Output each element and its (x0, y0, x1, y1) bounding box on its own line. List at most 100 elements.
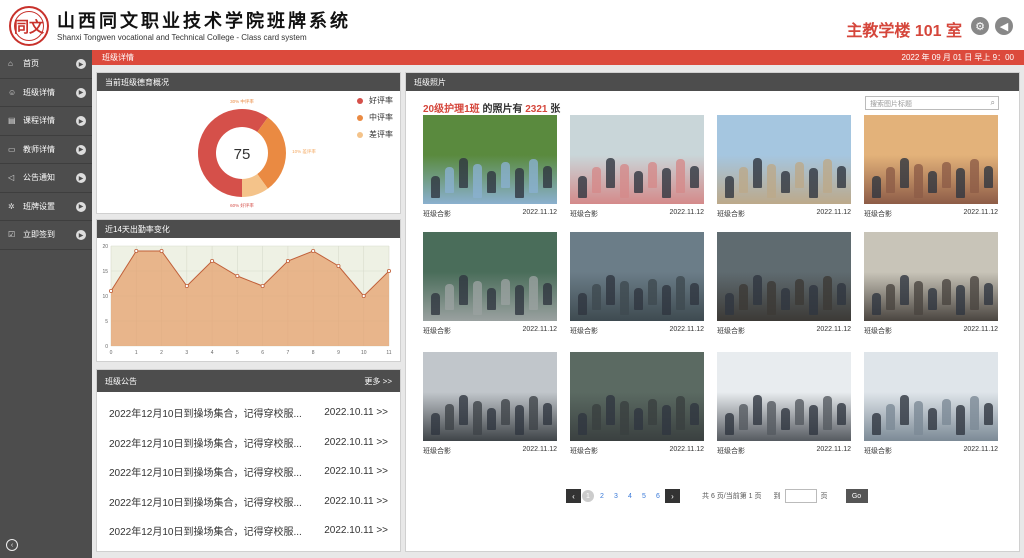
photo-date: 2022.11.12 (669, 209, 704, 216)
users-icon: ☺ (8, 87, 17, 97)
notice-date[interactable]: 2022.10.11 >> (324, 496, 388, 507)
megaphone-icon[interactable]: ◀ (995, 17, 1013, 35)
page-summary: 共 6 页/当前第 1 页 (702, 493, 762, 500)
photo-card[interactable]: 班级合影 2022.11.12 (423, 352, 557, 456)
data-point (260, 284, 265, 289)
notice-text: 2022年12月10日到操场集合，记得穿校服... (109, 527, 302, 539)
notice-date[interactable]: 2022.10.11 >> (324, 466, 388, 477)
prev-page-button[interactable]: ‹ (566, 489, 581, 503)
photo-search-input[interactable]: 搜索图片标题 ⌕ (865, 96, 999, 110)
notice-date[interactable]: 2022.10.11 >> (324, 525, 388, 536)
class-photo[interactable] (570, 352, 704, 441)
class-photo[interactable] (570, 232, 704, 321)
class-photo[interactable] (717, 115, 851, 204)
class-photo[interactable] (423, 232, 557, 321)
cog-icon: ✲ (8, 201, 15, 211)
class-photo[interactable] (423, 115, 557, 204)
photo-card[interactable]: 班级合影 2022.11.12 (570, 352, 704, 456)
id-card-icon: ▭ (8, 144, 16, 154)
photos-panel-title: 班级照片 (414, 77, 446, 87)
photo-card[interactable]: 班级合影 2022.11.12 (423, 115, 557, 219)
gear-icon[interactable]: ⚙ (971, 17, 989, 35)
app-header: 同文 山西同文职业技术学院班牌系统 Shanxi Tongwen vocatio… (0, 0, 1024, 50)
chevron-right-icon: ▶ (76, 173, 86, 183)
notice-panel-title: 班级公告 (105, 376, 137, 386)
book-icon: ▤ (8, 116, 16, 126)
class-photo[interactable] (717, 352, 851, 441)
photo-card[interactable]: 班级合影 2022.11.12 (864, 352, 998, 456)
sidebar-item-1[interactable]: ☺ 班级详情 ▶ (0, 79, 92, 107)
sidebar-item-0[interactable]: ⌂ 首页 ▶ (0, 50, 92, 79)
photo-caption: 班级合影 (570, 448, 598, 455)
photo-card[interactable]: 班级合影 2022.11.12 (717, 232, 851, 336)
class-photo[interactable] (423, 352, 557, 441)
room-label: 主教学楼 101 室 (846, 23, 962, 40)
notice-item[interactable]: 2022年12月10日到操场集合，记得穿校服... 2022.10.11 >> (97, 398, 400, 428)
notice-panel-header: 班级公告 更多 >> (97, 370, 400, 392)
page-link[interactable]: 1 (582, 490, 594, 502)
page-link[interactable]: 5 (637, 493, 651, 500)
sidebar-item-2[interactable]: ▤ 课程详情 ▶ (0, 107, 92, 136)
sidebar-item-label: 首页 (23, 59, 39, 69)
y-tick-label: 10 (102, 294, 108, 300)
collapse-sidebar-icon[interactable]: ‹ (6, 539, 18, 551)
x-tick-label: 5 (236, 350, 239, 356)
notice-item[interactable]: 2022年12月10日到操场集合，记得穿校服... 2022.10.11 >> (97, 516, 400, 546)
sidebar-item-5[interactable]: ✲ 班牌设置 ▶ (0, 193, 92, 221)
x-tick-label: 10 (361, 350, 367, 356)
notice-more-link[interactable]: 更多 >> (364, 376, 392, 387)
notice-item[interactable]: 2022年12月10日到操场集合，记得穿校服... 2022.10.11 >> (97, 457, 400, 487)
page-link[interactable]: 6 (651, 493, 665, 500)
photo-caption: 班级合影 (864, 328, 892, 335)
home-icon: ⌂ (8, 59, 13, 69)
photo-caption: 班级合影 (570, 328, 598, 335)
page-link[interactable]: 4 (623, 493, 637, 500)
photo-card[interactable]: 班级合影 2022.11.12 (717, 352, 851, 456)
photo-card[interactable]: 班级合影 2022.11.12 (864, 115, 998, 219)
x-tick-label: 2 (160, 350, 163, 356)
notice-date[interactable]: 2022.10.11 >> (324, 437, 388, 448)
notice-text: 2022年12月10日到操场集合，记得穿校服... (109, 438, 302, 450)
chevron-right-icon: ▶ (76, 59, 86, 69)
sidebar-item-4[interactable]: ◁ 公告通知 ▶ (0, 164, 92, 193)
search-icon[interactable]: ⌕ (991, 98, 995, 108)
class-photo[interactable] (864, 232, 998, 321)
class-photo[interactable] (570, 115, 704, 204)
bullhorn-icon: ◁ (8, 173, 15, 183)
x-tick-label: 4 (211, 350, 214, 356)
photo-card[interactable]: 班级合影 2022.11.12 (570, 232, 704, 336)
photo-card[interactable]: 班级合影 2022.11.12 (423, 232, 557, 336)
sidebar-item-3[interactable]: ▭ 教师详情 ▶ (0, 136, 92, 164)
photos-panel: 班级照片 20级护理1班 的照片有 2321 张 搜索图片标题 ⌕ 班级合影 20… (405, 72, 1020, 552)
notice-date[interactable]: 2022.10.11 >> (324, 407, 388, 418)
class-photo[interactable] (717, 232, 851, 321)
slice-data-label: 60% 好评率 (230, 202, 254, 209)
sidebar-item-label: 班级详情 (23, 87, 55, 97)
search-placeholder: 搜索图片标题 (870, 101, 912, 108)
legend-label: 好评率 (369, 96, 393, 105)
data-point (184, 284, 189, 289)
notice-item[interactable]: 2022年12月10日到操场集合，记得穿校服... 2022.10.11 >> (97, 487, 400, 517)
next-page-button[interactable]: › (665, 489, 680, 503)
photo-card[interactable]: 班级合影 2022.11.12 (864, 232, 998, 336)
photo-date: 2022.11.12 (816, 209, 851, 216)
notice-item[interactable]: 2022年12月10日到操场集合，记得穿校服... 2022.10.11 >> (97, 428, 400, 458)
x-tick-label: 3 (185, 350, 188, 356)
attendance-area-chart: 0 5 10 15 20 0 1 2 3 4 5 6 7 8 9 10 11 (102, 244, 391, 356)
page-link[interactable]: 3 (609, 493, 623, 500)
sidebar-item-6[interactable]: ☑ 立即签到 ▶ (0, 221, 92, 250)
system-title: 山西同文职业技术学院班牌系统 (57, 11, 351, 32)
chevron-right-icon: ▶ (76, 230, 86, 240)
photo-caption: 班级合影 (717, 328, 745, 335)
class-photo[interactable] (864, 115, 998, 204)
chevron-right-icon: ▶ (76, 87, 86, 98)
college-logo: 同文 (9, 6, 49, 46)
photo-date: 2022.11.12 (963, 446, 998, 453)
class-photo[interactable] (864, 352, 998, 441)
page-link[interactable]: 2 (595, 493, 609, 500)
photo-card[interactable]: 班级合影 2022.11.12 (717, 115, 851, 219)
donut-center-value: 75 (234, 146, 251, 163)
photo-card[interactable]: 班级合影 2022.11.12 (570, 115, 704, 219)
goto-page-input[interactable] (784, 489, 817, 503)
go-button[interactable]: Go (845, 489, 868, 503)
